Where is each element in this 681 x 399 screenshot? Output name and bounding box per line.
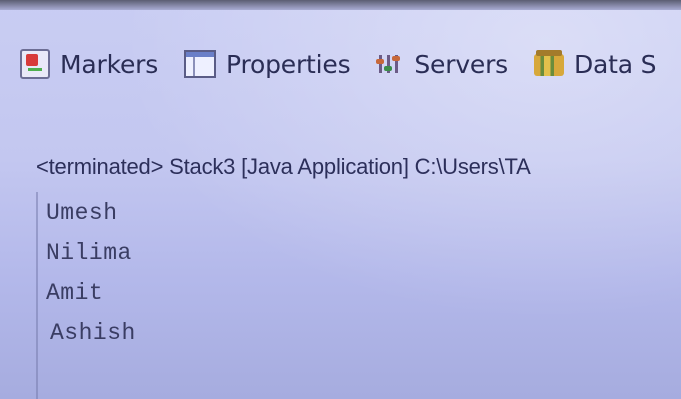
tab-data-source-label: Data S [574, 49, 657, 79]
view-tab-bar: Markers Properties Servers Data S [20, 36, 681, 92]
console-line: Umesh [46, 200, 118, 226]
console-line: Amit [46, 280, 104, 306]
console-status-header: <terminated> Stack3 [Java Application] C… [36, 154, 531, 179]
console-output[interactable]: Umesh Nilima Amit Ashish [36, 192, 681, 399]
markers-icon [20, 49, 50, 79]
console-line: Ashish [50, 320, 136, 346]
tab-markers-label: Markers [60, 49, 159, 79]
console-view: <terminated> Stack3 [Java Application] C… [36, 150, 681, 399]
screen: Markers Properties Servers Data S <termi… [0, 0, 681, 399]
tab-servers-label: Servers [414, 49, 508, 79]
tab-servers[interactable]: Servers [376, 50, 508, 79]
servers-icon [376, 50, 404, 78]
tab-properties[interactable]: Properties [184, 49, 351, 79]
tab-properties-label: Properties [226, 49, 351, 79]
console-line: Nilima [46, 240, 132, 266]
top-edge [0, 0, 681, 10]
tab-markers[interactable]: Markers [20, 49, 158, 79]
data-source-icon [534, 50, 564, 78]
properties-icon [184, 50, 217, 78]
tab-data-source[interactable]: Data S [534, 49, 657, 79]
tab-divider [20, 118, 681, 119]
